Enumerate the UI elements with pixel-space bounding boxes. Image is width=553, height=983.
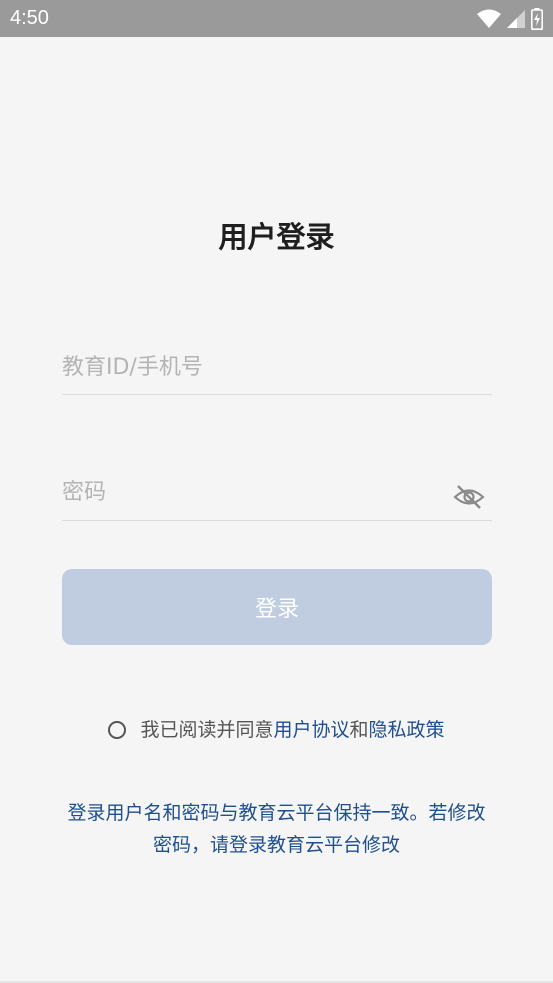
cellular-signal-icon xyxy=(507,10,525,28)
wifi-icon xyxy=(477,9,501,28)
account-input[interactable] xyxy=(62,347,492,387)
status-icons xyxy=(477,8,543,30)
agreement-row: 我已阅读并同意 用户协议和隐私政策 xyxy=(0,715,553,745)
password-field-container xyxy=(62,470,492,521)
login-notice: 登录用户名和密码与教育云平台保持一致。若修改 密码，请登录教育云平台修改 xyxy=(30,797,523,861)
agreement-conjunction: 和 xyxy=(349,719,369,741)
login-button[interactable]: 登录 xyxy=(62,569,492,645)
eye-off-icon[interactable] xyxy=(452,482,486,512)
agree-radio[interactable] xyxy=(108,721,127,739)
login-screen: 4:50 用户登录 登录 我已阅读 xyxy=(0,0,553,983)
page-title: 用户登录 xyxy=(218,220,335,254)
account-field-container xyxy=(62,345,492,395)
password-input[interactable] xyxy=(62,472,442,512)
battery-charging-icon xyxy=(531,8,543,30)
status-bar: 4:50 xyxy=(0,0,553,37)
privacy-policy-link[interactable]: 隐私政策 xyxy=(369,715,445,745)
notice-line-1: 登录用户名和密码与教育云平台保持一致。若修改 xyxy=(67,802,486,824)
status-time: 4:50 xyxy=(10,7,49,29)
agreement-prefix: 我已阅读并同意 xyxy=(140,719,274,741)
user-agreement-link[interactable]: 用户协议 xyxy=(273,715,349,745)
notice-line-2: 密码，请登录教育云平台修改 xyxy=(152,834,400,856)
